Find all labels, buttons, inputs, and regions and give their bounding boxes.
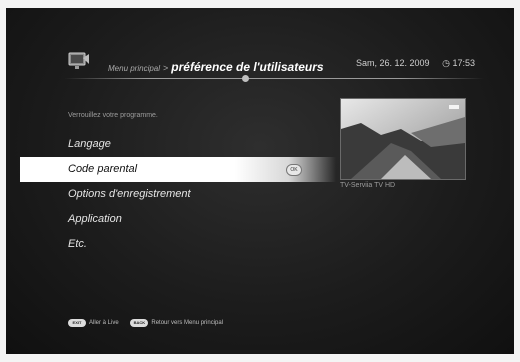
menu-item-code-parental[interactable]: Code parental OK <box>20 157 336 182</box>
breadcrumb: Menu principal > préférence de l'utilisate… <box>108 58 324 76</box>
back-hint: Retour vers Menu principal <box>151 320 224 326</box>
menu-item-label: Etc. <box>68 238 87 250</box>
live-tv-preview <box>340 98 466 180</box>
page-title: préférence de l'utilisateurs <box>171 60 324 74</box>
breadcrumb-separator: > <box>163 63 169 73</box>
key-hints: EXIT Aller à Live BACK Retour vers Menu pr… <box>68 319 233 327</box>
clock-icon: ◷ <box>442 58 450 68</box>
date-label: Sam, 26. 12. 2009 <box>356 58 430 68</box>
settings-menu: Langage Code parental OK Options d'enreg… <box>6 132 336 257</box>
channel-name: TV-Serviia TV HD <box>340 182 396 189</box>
preview-image <box>341 99 465 179</box>
menu-item-label: Application <box>68 213 122 225</box>
menu-item-langage[interactable]: Langage <box>6 132 336 157</box>
header-divider-dot <box>242 75 249 82</box>
exit-hint: Aller à Live <box>89 320 119 326</box>
date-time: Sam, 26. 12. 2009 ◷ 17:53 <box>356 58 475 69</box>
time-label: 17:53 <box>452 58 475 68</box>
menu-item-label: Options d'enregistrement <box>68 188 191 200</box>
menu-item-etc[interactable]: Etc. <box>6 232 336 257</box>
back-key-icon: BACK <box>130 319 149 327</box>
menu-subtitle: Verrouillez votre programme. <box>68 112 158 119</box>
menu-item-options-enregistrement[interactable]: Options d'enregistrement <box>6 182 336 207</box>
exit-key-icon: EXIT <box>68 319 86 327</box>
menu-item-application[interactable]: Application <box>6 207 336 232</box>
header-divider <box>64 78 484 79</box>
tv-settings-icon <box>68 52 89 69</box>
header: Menu principal > préférence de l'utilisate… <box>6 46 514 84</box>
tv-screen: Menu principal > préférence de l'utilisate… <box>6 8 514 354</box>
ok-button-icon[interactable]: OK <box>286 164 302 176</box>
breadcrumb-root: Menu principal <box>108 64 161 73</box>
menu-item-label: Code parental <box>68 163 138 175</box>
menu-item-label: Langage <box>68 138 111 150</box>
